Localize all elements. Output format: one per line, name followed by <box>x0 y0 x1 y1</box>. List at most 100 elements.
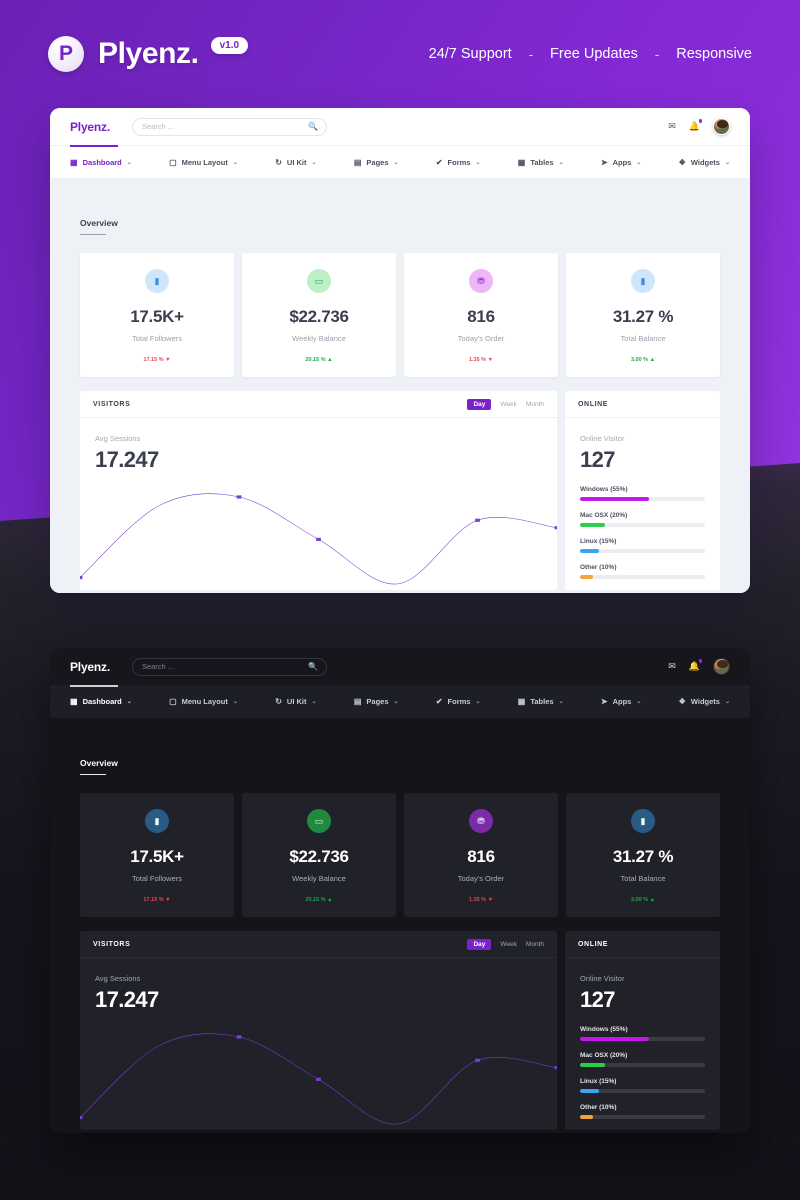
nav-item-pages[interactable]: ▤ Pages ⌄ <box>354 697 399 706</box>
online-visitor-value: 127 <box>580 447 616 472</box>
nav-item-dashboard[interactable]: ▦ Dashboard ⌄ <box>70 158 132 167</box>
money-icon: ▭ <box>307 809 331 833</box>
dashboard-content: Overview ▮ 17.5K+ Total Followers 17.15 … <box>50 718 750 1133</box>
nav-item-menu-layout[interactable]: ▢ Menu Layout ⌄ <box>169 158 238 167</box>
nav-item-forms[interactable]: ✔ Forms ⌄ <box>436 697 481 706</box>
users-icon: ▮ <box>631 269 655 293</box>
nav-item-label: Tables <box>530 157 554 167</box>
nav-item-widgets[interactable]: ❖ Widgets ⌄ <box>679 158 730 167</box>
chevron-down-icon: ⌄ <box>393 699 399 705</box>
trend-arrow-icon: ▲ <box>327 897 333 903</box>
bell-icon[interactable]: 🔔 <box>689 659 702 672</box>
os-progress-track <box>580 1063 705 1067</box>
nav-item-menu-layout[interactable]: ▢ Menu Layout ⌄ <box>169 697 238 706</box>
search-input[interactable] <box>141 662 292 671</box>
nav-item-ui-kit[interactable]: ↻ UI Kit ⌄ <box>275 697 316 706</box>
panel-row: VISITORS Day Week Month Avg Sessions 17.… <box>80 931 720 1130</box>
feature-separator: - <box>528 46 534 62</box>
os-label: Linux (15%) <box>580 1078 617 1085</box>
notification-dot <box>698 119 702 123</box>
range-month[interactable]: Month <box>526 941 544 948</box>
cart-icon: ⛃ <box>469 269 493 293</box>
os-progress-fill <box>580 1089 599 1093</box>
search-input[interactable] <box>141 122 292 131</box>
range-week[interactable]: Week <box>500 941 517 948</box>
dashboard-preview-light: Plyenz. 🔍 ✉ 🔔 ▦ Dashboard ⌄ ▢ Menu Layou… <box>50 108 750 593</box>
visitors-panel-body: Avg Sessions 17.247 <box>80 958 557 1013</box>
feature-responsive: Responsive <box>676 46 752 62</box>
os-progress-fill <box>580 575 593 579</box>
trend-arrow-icon: ▼ <box>487 897 494 903</box>
feature-separator: - <box>654 46 660 62</box>
nav-item-forms[interactable]: ✔ Forms ⌄ <box>436 158 481 167</box>
os-share-item: Mac OSX (20%) <box>580 512 705 527</box>
nav-item-widgets[interactable]: ❖ Widgets ⌄ <box>679 697 730 706</box>
dashboard-content: Overview ▮ 17.5K+ Total Followers 17.15 … <box>50 178 750 593</box>
stat-value: 17.5K+ <box>130 307 184 326</box>
online-panel: ONLINE Online Visitor 127 Windows (55%) … <box>565 391 720 590</box>
online-panel-body: Online Visitor 127 <box>565 418 720 473</box>
range-day[interactable]: Day <box>467 938 492 950</box>
search-icon[interactable]: 🔍 <box>308 122 318 131</box>
online-visitor-label: Online Visitor <box>580 974 625 983</box>
stat-value: $22.736 <box>289 307 349 326</box>
mail-icon[interactable]: ✉ <box>668 121 676 132</box>
chevron-down-icon: ⌄ <box>558 159 564 166</box>
os-progress-fill <box>580 1063 605 1067</box>
stat-trend: 3.00 % ▲ <box>574 897 712 903</box>
feature-support: 24/7 Support <box>428 46 512 62</box>
range-month[interactable]: Month <box>526 401 544 408</box>
chevron-down-icon: ⌄ <box>475 699 481 705</box>
stat-trend-value: 17.15 % <box>143 357 164 363</box>
stat-label: Total Followers <box>131 874 183 883</box>
search-icon[interactable]: 🔍 <box>308 662 318 671</box>
stat-value: 17.5K+ <box>130 847 184 866</box>
money-icon: ▭ <box>307 269 331 293</box>
search-box[interactable]: 🔍 <box>131 117 327 136</box>
nav-item-apps[interactable]: ➤ Apps ⌄ <box>601 697 641 706</box>
stat-trend-value: 3.00 % <box>630 897 649 903</box>
table-icon: ▦ <box>517 697 526 706</box>
trend-arrow-icon: ▼ <box>487 357 494 363</box>
os-share-item: Linux (15%) <box>580 538 705 553</box>
nav-item-dashboard[interactable]: ▦ Dashboard ⌄ <box>70 697 132 706</box>
nav-item-apps[interactable]: ➤ Apps ⌄ <box>601 158 641 167</box>
os-share-item: Other (10%) <box>580 564 705 579</box>
nav-item-pages[interactable]: ▤ Pages ⌄ <box>354 158 399 167</box>
range-day[interactable]: Day <box>467 398 492 410</box>
visitors-panel-header: VISITORS Day Week Month <box>80 391 557 418</box>
bell-icon[interactable]: 🔔 <box>689 119 702 132</box>
avatar[interactable] <box>713 658 730 675</box>
stat-trend-value: 1.35 % <box>468 357 487 363</box>
nav-item-label: UI Kit <box>286 697 307 706</box>
nav-item-label: Pages <box>366 157 389 167</box>
check-icon: ✔ <box>435 157 443 167</box>
nav-item-label: Menu Layout <box>181 157 228 167</box>
avg-sessions-label: Avg Sessions <box>95 974 141 983</box>
range-week[interactable]: Week <box>500 401 517 408</box>
stat-trend: 1.35 % ▼ <box>412 357 550 363</box>
rocket-icon: ➤ <box>600 697 608 706</box>
nav-item-label: Widgets <box>690 697 720 706</box>
avatar[interactable] <box>713 118 730 135</box>
app-logo[interactable]: Plyenz. <box>70 120 118 147</box>
page-title: Overview <box>80 178 118 235</box>
mail-icon[interactable]: ✉ <box>668 661 676 672</box>
stat-label: Total Followers <box>131 334 183 343</box>
app-logo[interactable]: Plyenz. <box>70 660 118 687</box>
stat-trend-value: 20.15 % <box>305 357 326 363</box>
os-share-item: Windows (55%) <box>580 1026 705 1041</box>
nav-item-tables[interactable]: ▦ Tables ⌄ <box>518 158 564 167</box>
visitors-title: VISITORS <box>93 400 131 408</box>
feature-updates: Free Updates <box>550 46 638 62</box>
nav-item-tables[interactable]: ▦ Tables ⌄ <box>518 697 564 706</box>
stat-trend: 3.00 % ▲ <box>574 357 712 363</box>
logo-letter: P <box>58 42 73 65</box>
nav-item-ui-kit[interactable]: ↻ UI Kit ⌄ <box>275 158 316 167</box>
stat-label: Weekly Balance <box>292 874 346 883</box>
chart-container <box>80 1012 557 1130</box>
search-box[interactable]: 🔍 <box>131 657 327 676</box>
grid-icon: ▦ <box>70 157 78 167</box>
os-label: Mac OSX (20%) <box>580 1052 628 1059</box>
trend-arrow-icon: ▲ <box>327 357 333 363</box>
